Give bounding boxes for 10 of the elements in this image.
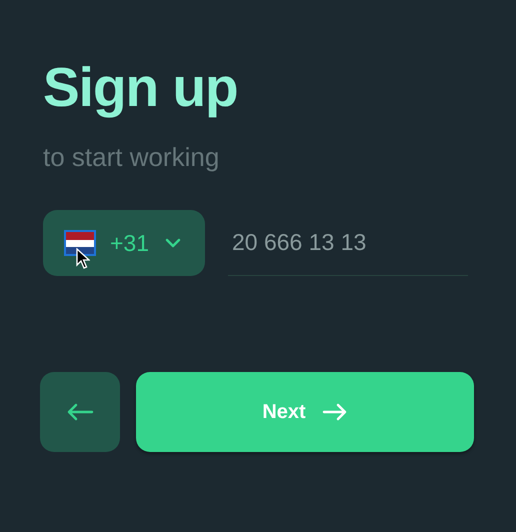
flag-icon [66,232,94,254]
page-title: Sign up [43,55,239,120]
phone-input[interactable]: 20 666 13 13 [228,210,468,276]
arrow-left-icon [68,404,94,420]
back-button[interactable] [40,372,120,452]
country-selector[interactable]: +31 [43,210,205,276]
cursor-icon [76,248,90,269]
arrow-right-icon [322,404,346,420]
chevron-down-icon [166,238,180,248]
page-subtitle: to start working [43,141,220,174]
